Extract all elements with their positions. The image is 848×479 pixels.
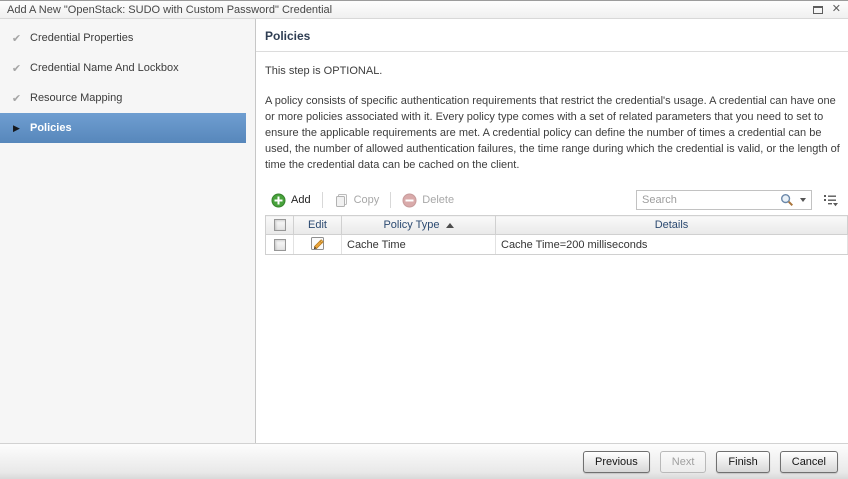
column-header-edit[interactable]: Edit xyxy=(294,216,342,235)
step-resource-mapping[interactable]: ✔ Resource Mapping xyxy=(0,83,246,113)
copy-icon xyxy=(334,193,349,208)
add-button-label: Add xyxy=(291,194,311,206)
search-box xyxy=(636,190,812,210)
window-controls: ✕ xyxy=(813,4,841,15)
policy-type-cell: Cache Time xyxy=(342,235,496,255)
copy-button[interactable]: Copy xyxy=(328,191,386,210)
wizard-steps-list: ✔ Credential Properties ✔ Credential Nam… xyxy=(0,23,246,143)
step-policies[interactable]: ▶ Policies xyxy=(0,113,246,143)
details-cell: Cache Time=200 milliseconds xyxy=(496,235,848,255)
edit-icon[interactable] xyxy=(310,235,326,251)
select-all-header-cell[interactable] xyxy=(266,216,294,235)
previous-button[interactable]: Previous xyxy=(583,451,650,473)
step-credential-name-and-lockbox[interactable]: ✔ Credential Name And Lockbox xyxy=(0,53,246,83)
toolbar-separator xyxy=(322,192,323,208)
finish-button[interactable]: Finish xyxy=(716,451,769,473)
delete-button[interactable]: Delete xyxy=(396,191,460,210)
toolbar-separator xyxy=(390,192,391,208)
maximize-icon[interactable] xyxy=(813,6,823,14)
search-options-chevron-icon[interactable] xyxy=(800,198,806,202)
heading-divider xyxy=(256,51,848,52)
table-row[interactable]: Cache Time Cache Time=200 milliseconds xyxy=(266,235,848,255)
optional-note: This step is OPTIONAL. xyxy=(265,65,848,77)
cancel-button[interactable]: Cancel xyxy=(780,451,838,473)
step-label: Resource Mapping xyxy=(30,92,122,104)
copy-button-label: Copy xyxy=(354,194,380,206)
row-checkbox[interactable] xyxy=(274,239,286,251)
step-label: Credential Name And Lockbox xyxy=(30,62,179,74)
column-header-details[interactable]: Details xyxy=(496,216,848,235)
step-label: Policies xyxy=(30,122,72,134)
step-completed-check-icon: ✔ xyxy=(10,92,23,105)
next-button[interactable]: Next xyxy=(660,451,707,473)
step-completed-check-icon: ✔ xyxy=(10,32,23,45)
column-chooser-icon[interactable] xyxy=(820,190,840,210)
add-icon xyxy=(271,193,286,208)
dialog-title: Add A New "OpenStack: SUDO with Custom P… xyxy=(7,4,813,16)
delete-icon xyxy=(402,193,417,208)
search-input[interactable] xyxy=(642,194,780,206)
policy-description: A policy consists of specific authentica… xyxy=(265,93,840,173)
step-credential-properties[interactable]: ✔ Credential Properties xyxy=(0,23,246,53)
wizard-steps-sidebar: ✔ Credential Properties ✔ Credential Nam… xyxy=(0,19,256,443)
table-header-row: Edit Policy Type Details xyxy=(266,216,848,235)
column-header-policy-type[interactable]: Policy Type xyxy=(342,216,496,235)
delete-button-label: Delete xyxy=(422,194,454,206)
policy-type-header-label: Policy Type xyxy=(383,219,439,231)
page-title: Policies xyxy=(265,29,848,51)
credential-wizard-dialog: Add A New "OpenStack: SUDO with Custom P… xyxy=(0,0,848,479)
step-active-arrow-icon: ▶ xyxy=(10,123,23,134)
policies-table: Edit Policy Type Details Cache Time xyxy=(265,215,848,255)
wizard-footer: Previous Next Finish Cancel xyxy=(0,443,848,479)
step-label: Credential Properties xyxy=(30,32,133,44)
sort-ascending-icon xyxy=(446,223,454,228)
dialog-body: ✔ Credential Properties ✔ Credential Nam… xyxy=(0,19,848,443)
search-icon[interactable] xyxy=(780,193,794,207)
step-completed-check-icon: ✔ xyxy=(10,62,23,75)
dialog-titlebar: Add A New "OpenStack: SUDO with Custom P… xyxy=(0,0,848,19)
row-edit-cell xyxy=(294,235,342,255)
policies-step-panel: Policies This step is OPTIONAL. A policy… xyxy=(256,19,848,443)
select-all-checkbox[interactable] xyxy=(274,219,286,231)
close-icon[interactable]: ✕ xyxy=(832,4,841,15)
add-button[interactable]: Add xyxy=(265,191,317,210)
policies-toolbar: Add Copy Delete xyxy=(256,189,848,211)
row-select-cell xyxy=(266,235,294,255)
